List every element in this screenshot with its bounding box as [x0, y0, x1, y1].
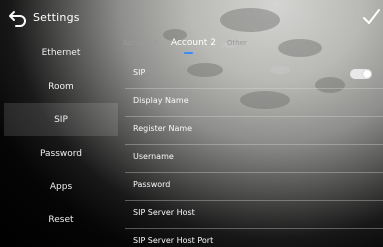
field-label: SIP: [133, 68, 146, 77]
sidebar-item-label: Password: [39, 148, 83, 159]
field-label: SIP Server Host Port: [133, 236, 214, 245]
field-label: SIP Server Host: [133, 208, 195, 217]
sidebar-item-ethernet[interactable]: Ethernet: [4, 36, 118, 69]
sidebar-item-label: Room: [48, 81, 74, 92]
page-title: Settings: [33, 11, 80, 24]
display-name-field[interactable]: Display Name: [125, 88, 383, 117]
sip-toggle-row[interactable]: SIP: [125, 60, 383, 89]
sip-settings-list: SIP Display Name Register Name Username …: [125, 60, 383, 247]
tab-account-1[interactable]: Account 1: [123, 39, 158, 47]
password-field[interactable]: Password: [125, 172, 383, 201]
sidebar-item-apps[interactable]: Apps: [4, 170, 118, 203]
sidebar-item-sip[interactable]: SIP: [4, 103, 118, 136]
field-label: Username: [133, 152, 174, 161]
register-name-field[interactable]: Register Name: [125, 116, 383, 145]
sidebar-item-reset[interactable]: Reset: [4, 203, 118, 236]
account-tabs: Account 1 Account 2 Other: [118, 36, 383, 58]
sip-server-host-port-field[interactable]: SIP Server Host Port: [125, 228, 383, 247]
username-field[interactable]: Username: [125, 144, 383, 173]
sidebar-item-room[interactable]: Room: [4, 70, 118, 103]
sip-enable-toggle[interactable]: [350, 69, 372, 79]
field-label: Display Name: [133, 96, 189, 105]
tab-account-2[interactable]: Account 2: [171, 38, 216, 48]
sidebar-item-label: Reset: [48, 214, 74, 225]
sidebar-item-label: Apps: [49, 181, 73, 192]
settings-screen: Settings Ethernet Room SIP Password Apps…: [0, 0, 383, 247]
checkmark-icon[interactable]: [361, 7, 381, 27]
sidebar: Ethernet Room SIP Password Apps Reset: [0, 36, 118, 247]
tab-other[interactable]: Other: [227, 39, 247, 47]
top-bar: Settings: [0, 0, 383, 36]
field-label: Register Name: [133, 124, 193, 133]
back-arrow-icon[interactable]: [8, 9, 28, 27]
sidebar-item-label: SIP: [54, 114, 68, 125]
sidebar-item-label: Ethernet: [41, 47, 81, 58]
sip-server-host-field[interactable]: SIP Server Host: [125, 200, 383, 229]
sidebar-item-password[interactable]: Password: [4, 137, 118, 170]
active-tab-indicator: [184, 52, 193, 54]
field-label: Password: [133, 180, 171, 189]
toggle-knob: [363, 70, 371, 78]
